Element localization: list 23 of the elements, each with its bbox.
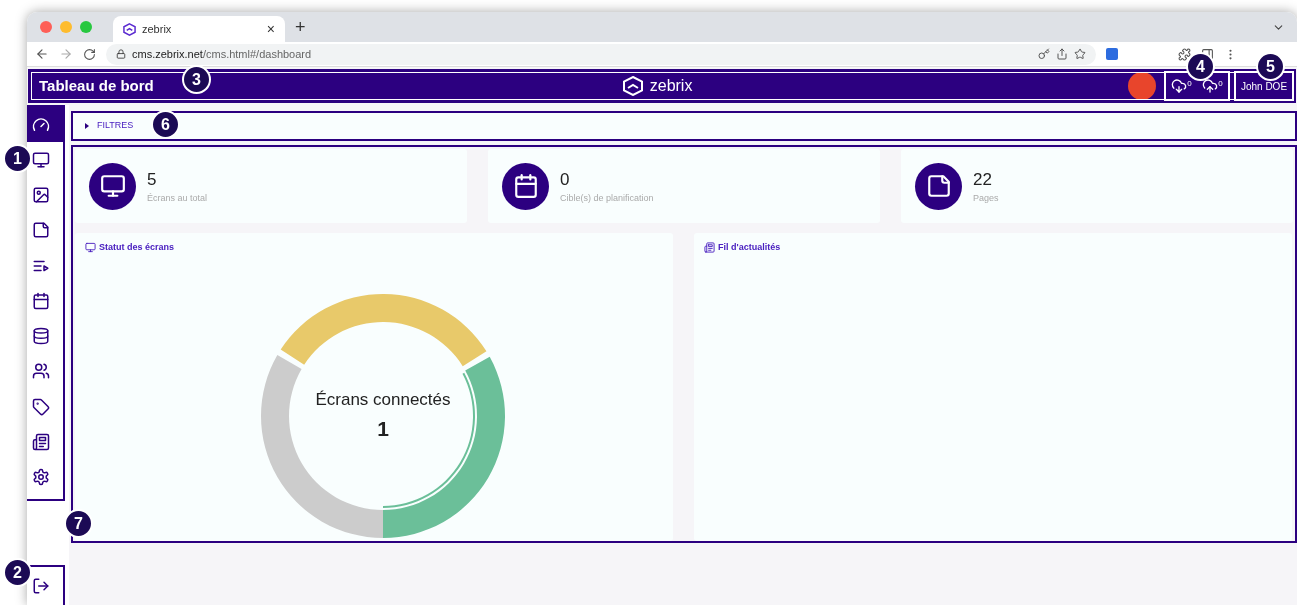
address-bar[interactable]: cms.zebrix.net/cms.html#/dashboard <box>106 43 1096 65</box>
stat-value: 5 <box>147 168 158 191</box>
brand-logo: zebrix <box>649 76 693 96</box>
donut-value: 1 <box>377 415 389 442</box>
url-text: cms.zebrix.net/cms.html#/dashboard <box>132 46 312 62</box>
page-title: Tableau de bord <box>39 75 154 96</box>
upload-count: 0 <box>1218 78 1223 90</box>
stat-label: Écrans au total <box>147 192 208 205</box>
annotation-badge: 2 <box>3 558 32 587</box>
stat-value: 0 <box>560 168 571 191</box>
panel-title: Fil d'actualités <box>718 241 781 254</box>
panel-title: Statut des écrans <box>99 241 175 254</box>
tab-title: zebrix <box>142 21 173 37</box>
download-count: 0 <box>1187 78 1192 90</box>
new-tab-button[interactable]: + <box>295 13 306 41</box>
annotation-badge: 1 <box>3 144 32 173</box>
tab-close[interactable]: × <box>266 18 275 40</box>
stat-label: Cible(s) de planification <box>560 192 654 205</box>
stat-value: 22 <box>973 168 993 191</box>
donut-label: Écrans connectés <box>315 389 451 411</box>
browser-tab[interactable]: zebrix × <box>113 16 285 42</box>
filters-label: FILTRES <box>97 119 134 133</box>
stat-label: Pages <box>973 192 999 205</box>
